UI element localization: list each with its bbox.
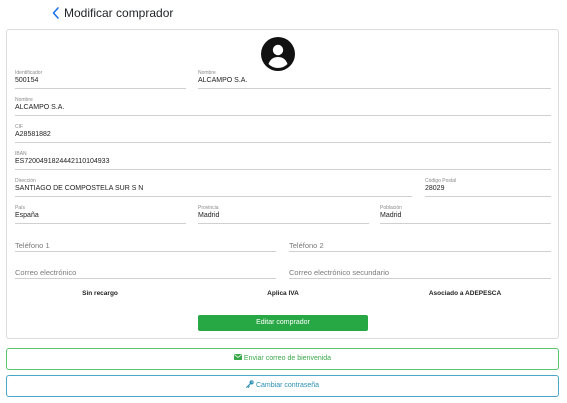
nombre-value: ALCAMPO S.A. (15, 104, 65, 111)
asociado-adepesca-toggle[interactable]: Asociado a ADEPESCA (429, 290, 501, 298)
correo-secundario-placeholder: Correo electrónico secundario (289, 268, 390, 277)
identificador-value: 500154 (15, 77, 39, 84)
direccion-value: SANTIAGO DE COMPOSTELA SUR S N (15, 185, 144, 192)
sin-recargo-toggle[interactable]: Sin recargo (82, 290, 118, 298)
provincia-value: Madrid (198, 212, 220, 219)
key-icon (246, 380, 254, 389)
poblacion-value: Madrid (380, 212, 402, 219)
cif-value: A28581882 (15, 131, 51, 138)
aplica-iva-toggle[interactable]: Aplica IVA (267, 290, 299, 298)
nombre-field[interactable]: Nombre ALCAMPO S.A. (15, 97, 551, 116)
codigo-postal-value: 28029 (425, 185, 445, 192)
correo-placeholder: Correo electrónico (15, 268, 77, 277)
telefono2-field[interactable]: Teléfono 2 (289, 237, 551, 252)
poblacion-field[interactable]: Población Madrid (380, 205, 551, 224)
iban-value: ES7200491824442110104933 (15, 158, 110, 165)
send-welcome-email-button[interactable]: Enviar correo de bienvenida (6, 348, 559, 370)
change-password-label: Cambiar contraseña (255, 382, 320, 389)
iban-field[interactable]: IBAN ES7200491824442110104933 (15, 151, 551, 170)
telefono2-placeholder: Teléfono 2 (289, 241, 324, 250)
pais-field[interactable]: País España (15, 205, 186, 224)
envelope-icon (233, 354, 242, 361)
avatar (261, 37, 295, 71)
nombre-top-value: ALCAMPO S.A. (198, 77, 248, 84)
send-welcome-email-label: Enviar correo de bienvenida (243, 355, 332, 362)
change-password-button[interactable]: Cambiar contraseña (6, 375, 559, 397)
direccion-field[interactable]: Dirección SANTIAGO DE COMPOSTELA SUR S N (15, 178, 412, 197)
user-circle-icon (261, 37, 295, 71)
back-button[interactable] (50, 6, 62, 20)
identificador-field[interactable]: Identificador 500154 (15, 70, 186, 89)
correo-secundario-field[interactable]: Correo electrónico secundario (289, 264, 551, 279)
edit-buyer-button[interactable]: Editar comprador (198, 315, 368, 331)
codigo-postal-field[interactable]: Código Postal 28029 (425, 178, 551, 197)
telefono1-placeholder: Teléfono 1 (15, 241, 50, 250)
telefono1-field[interactable]: Teléfono 1 (15, 237, 276, 252)
pais-value: España (15, 212, 39, 219)
chevron-left-icon (52, 7, 59, 19)
page-title: Modificar comprador (64, 6, 174, 20)
cif-field[interactable]: CIF A28581882 (15, 124, 551, 143)
buyer-form-card: Identificador 500154 Nombre ALCAMPO S.A.… (6, 29, 559, 339)
correo-field[interactable]: Correo electrónico (15, 264, 276, 279)
nombre-top-field[interactable]: Nombre ALCAMPO S.A. (198, 70, 551, 89)
provincia-field[interactable]: Provincia Madrid (198, 205, 369, 224)
page-header: Modificar comprador (0, 0, 567, 26)
